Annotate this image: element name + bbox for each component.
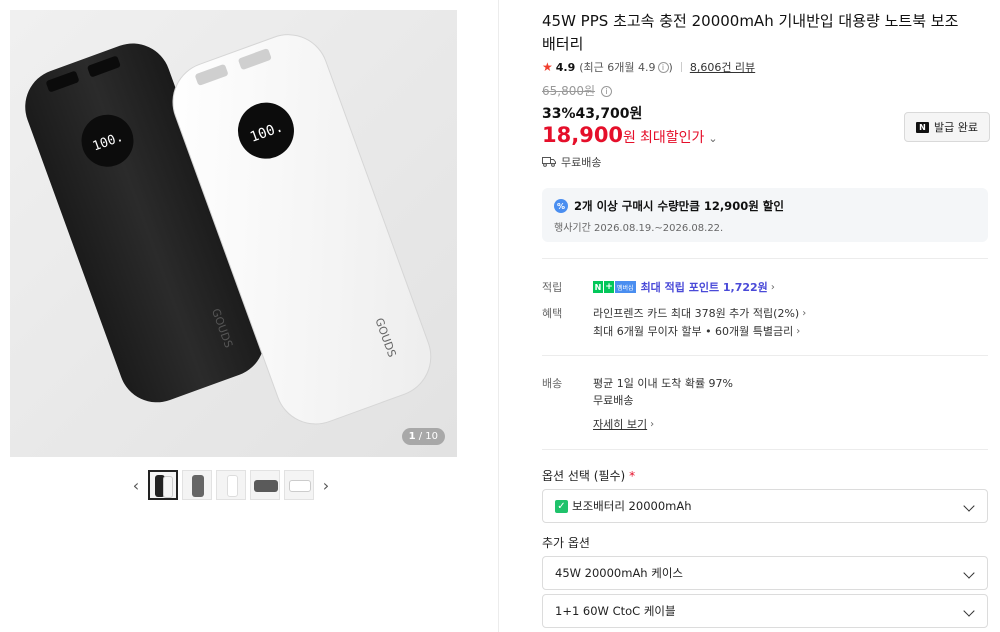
chevron-right-icon: › [650,418,655,430]
thumbnail-strip: ‹ › [128,468,334,502]
chevron-down-icon [963,605,975,617]
section-divider [542,258,988,259]
chevron-right-icon: › [796,325,801,337]
product-gallery: 100. GOUDS 100. GOUDS 1 / 10 ‹ › [0,0,498,632]
max-points: 최대 적립 포인트 1,722원 [640,281,768,294]
extra-option-select-2[interactable]: 1+1 60W CtoC 케이블 [542,594,988,628]
image-counter: 1 / 10 [401,428,445,445]
final-price-row[interactable]: 18,900 원 최대할인가 ⌄ [542,123,718,147]
rating-recent: (최근 6개월 4.9 [579,61,656,74]
section-divider [542,449,988,450]
npay-badge: N + 멤버십 [593,281,636,293]
power-bank-illustration: 100. GOUDS 100. GOUDS [10,10,457,457]
chevron-right-icon: › [802,307,807,319]
benefit-label: 혜택 [542,307,563,320]
extra-option-2-value: 1+1 60W CtoC 케이블 [555,604,676,618]
thumbnail-5[interactable] [284,470,314,500]
points-label: 적립 [542,281,563,294]
extra-option-select-1[interactable]: 45W 20000mAh 케이스 [542,556,988,590]
product-title: 45W PPS 초고속 충전 20000mAh 기내반입 대용량 노트북 보조배… [542,12,959,53]
main-product-image[interactable]: 100. GOUDS 100. GOUDS 1 / 10 [10,10,457,457]
points-row[interactable]: N + 멤버십 최대 적립 포인트 1,722원 › [593,279,775,295]
chevron-right-icon: › [770,281,775,293]
benefit-installment-row[interactable]: 최대 6개월 무이자 할부 • 60개월 특별금리 › [593,323,800,339]
extra-option-1-value: 45W 20000mAh 케이스 [555,566,683,580]
required-option-value: 보조배터리 20000mAh [572,499,692,513]
promo-headline-text: 2개 이상 구매시 수량만큼 12,900원 할인 [574,199,784,213]
review-count-link[interactable]: 8,606건 리뷰 [690,59,755,75]
rating-row: ★ 4.9 (최근 6개월 4.9 i ) 8,606건 리뷰 [542,59,755,75]
delivery-free: 무료배송 [593,394,634,407]
coupon-label: 발급 완료 [934,121,978,134]
section-divider [542,355,988,356]
delivery-label: 배송 [542,377,563,390]
discount-price: 43,700원 [575,106,643,122]
delivery-probability: 평균 1일 이내 도착 확률 97% [593,377,734,390]
chevron-down-icon: ⌄ [708,132,718,145]
naver-n-icon: N [593,281,603,293]
product-info-panel: 45W PPS 초고속 충전 20000mAh 기내반입 대용량 노트북 보조배… [542,0,990,632]
benefit-installment-text: 최대 6개월 무이자 할부 • 60개월 특별금리 [593,325,794,338]
separator [680,62,682,72]
benefit-card-text: 라인프렌즈 카드 최대 378원 추가 적립(2%) [593,307,800,320]
column-divider [498,0,499,632]
extra-option-title: 추가 옵션 [542,536,590,550]
coupon-issued-button[interactable]: N 발급 완료 [904,112,990,142]
plus-icon: + [604,281,614,293]
thumbnail-1[interactable] [148,470,178,500]
thumbnail-2[interactable] [182,470,212,500]
promo-headline: % 2개 이상 구매시 수량만큼 12,900원 할인 [554,198,976,214]
benefit-card-row[interactable]: 라인프렌즈 카드 최대 378원 추가 적립(2%) › [593,305,806,321]
discount-row: 33%43,700원 [542,103,642,123]
shipping-row: 무료배송 [542,154,601,170]
required-option-select[interactable]: ✓ 보조배터리 20000mAh [542,489,988,523]
thumbnail-3[interactable] [216,470,246,500]
promo-box: % 2개 이상 구매시 수량만큼 12,900원 할인 행사기간 2026.08… [542,188,988,242]
naver-n-icon: N [916,121,929,133]
price-info-icon[interactable]: i [600,86,612,97]
max-discount-label: 최대할인가 [639,130,705,146]
membership-tag: 멤버십 [615,281,636,293]
delivery-more-text: 자세히 보기 [593,418,648,431]
delivery-more-link[interactable]: 자세히 보기 › [593,416,654,432]
required-option-title: 옵션 선택 (필수) * [542,469,636,483]
shipping-text: 무료배송 [561,156,602,169]
rating-score: 4.9 [555,60,576,74]
final-price: 18,900 [542,123,624,147]
chevron-down-icon [963,500,975,512]
percent-icon: % [554,199,568,213]
original-price: 65,800원 i [542,82,612,99]
chevron-down-icon [963,567,975,579]
next-arrow[interactable]: › [318,470,334,500]
prev-arrow[interactable]: ‹ [128,470,144,500]
thumbnail-4[interactable] [250,470,280,500]
discount-rate: 33% [542,106,576,122]
truck-icon [542,157,556,167]
rating-recent-close: ) [668,60,673,74]
star-icon: ★ [542,60,553,74]
info-icon[interactable]: i [657,61,669,73]
checkbox-icon: ✓ [555,499,568,513]
final-price-unit: 원 [623,130,636,146]
promo-period: 행사기간 2026.08.19.~2026.08.22. [554,223,724,234]
